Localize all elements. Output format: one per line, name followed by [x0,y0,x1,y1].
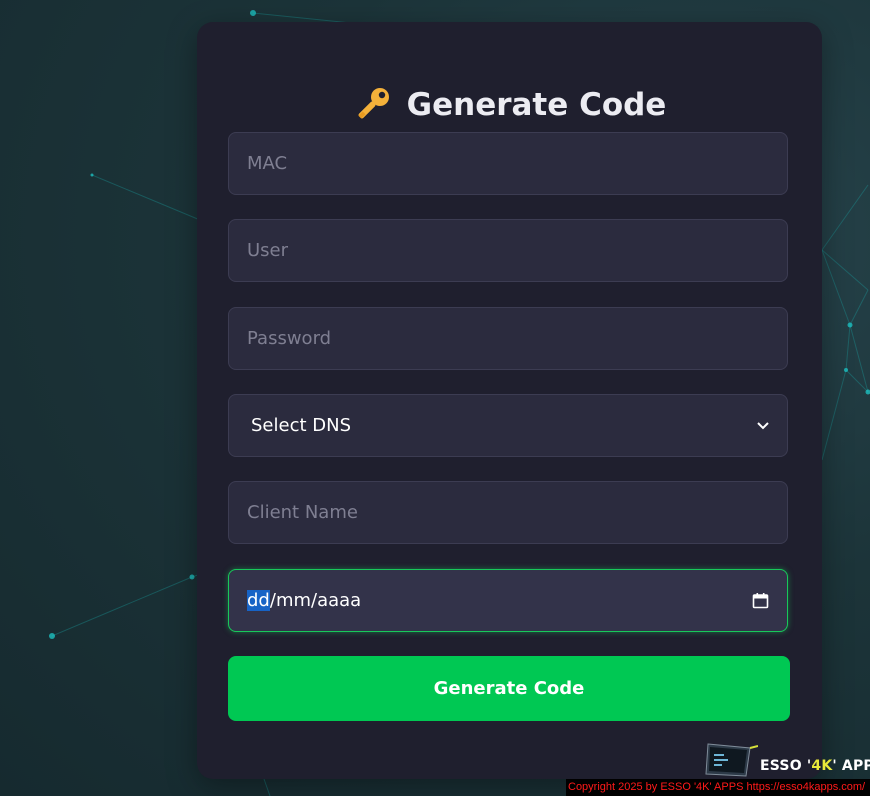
calendar-icon[interactable] [752,592,769,609]
date-day-segment[interactable]: dd [247,590,270,611]
generate-code-button[interactable]: Generate Code [228,656,790,721]
generate-code-card: Generate Code MAC User Password Select D… [197,22,822,779]
password-placeholder: Password [247,328,332,349]
dns-select[interactable]: Select DNS [228,394,788,457]
brand-logo: ESSO '4K' APPS [700,740,870,780]
client-name-placeholder: Client Name [247,502,358,523]
dns-selected-value: Select DNS [251,415,352,436]
date-month-segment[interactable]: mm [276,590,311,611]
copyright-footer: Copyright 2025 by ESSO '4K' APPS https:/… [566,779,870,796]
mac-input[interactable]: MAC [228,132,788,195]
page-title: Generate Code [197,80,822,130]
title-text: Generate Code [406,87,667,123]
client-name-input[interactable]: Client Name [228,481,788,544]
date-input[interactable]: dd/mm/aaaa [228,569,788,632]
chevron-down-icon [757,421,769,429]
laptop-logo-icon [705,743,758,777]
brand-name: ESSO '4K' APPS [760,758,870,774]
mac-placeholder: MAC [247,153,288,174]
brand-name-suffix: ' APPS [832,758,870,774]
brand-name-prefix: ESSO ' [760,758,812,774]
user-placeholder: User [247,240,289,261]
date-value: dd/mm/aaaa [247,590,361,611]
password-input[interactable]: Password [228,307,788,370]
key-icon [358,88,389,119]
user-input[interactable]: User [228,219,788,282]
brand-name-highlight: 4K [811,758,833,774]
date-year-segment[interactable]: aaaa [317,590,361,611]
